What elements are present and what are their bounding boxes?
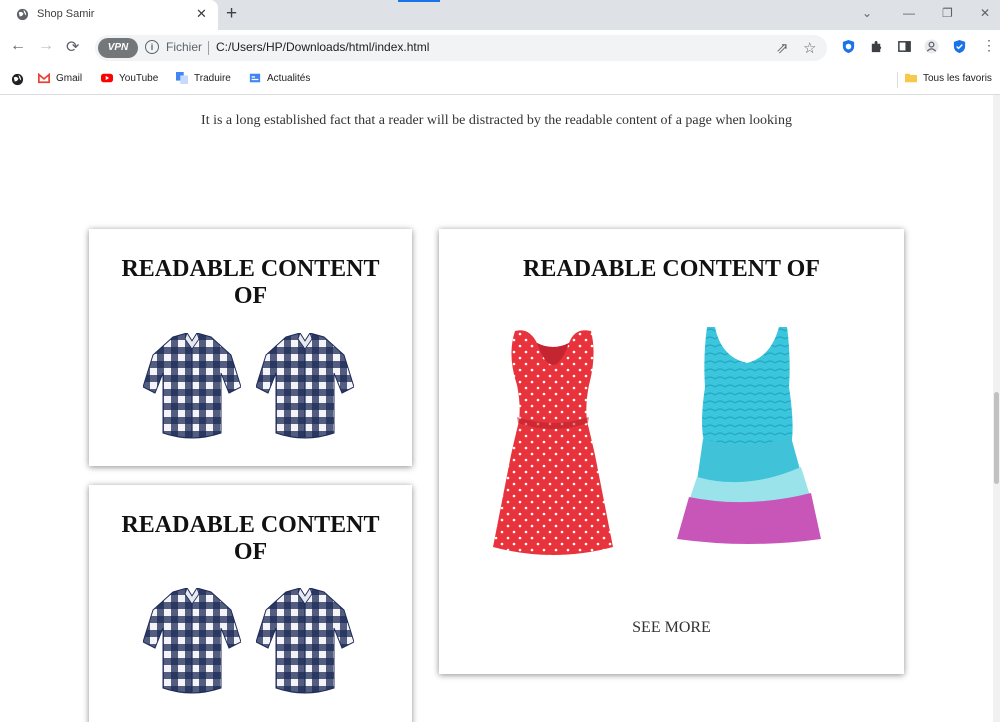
security-shield-icon[interactable] bbox=[952, 39, 967, 54]
bookmark-actualites[interactable]: Actualités bbox=[249, 72, 310, 84]
bookmarks-bar: Gmail YouTube Traduire Actualités Tous l… bbox=[0, 66, 1000, 95]
bookmark-label: YouTube bbox=[119, 72, 159, 84]
bookmark-label: Traduire bbox=[194, 72, 231, 84]
bookmark-youtube[interactable]: YouTube bbox=[101, 72, 158, 84]
product-card: READABLE CONTENT OF bbox=[89, 229, 412, 466]
bookmark-label: Actualités bbox=[267, 72, 311, 84]
product-card: READABLE CONTENT OF bbox=[89, 485, 412, 722]
tab-search-icon[interactable]: ⌄ bbox=[862, 6, 872, 20]
youtube-icon bbox=[101, 73, 113, 83]
news-icon bbox=[249, 73, 261, 83]
browser-tab[interactable]: Shop Samir ✕ bbox=[0, 0, 218, 30]
restore-button[interactable]: ❐ bbox=[942, 6, 953, 20]
side-panel-icon[interactable] bbox=[897, 39, 912, 54]
all-bookmarks-folder[interactable]: Tous les favoris bbox=[905, 72, 992, 84]
bookmark-label: Tous les favoris bbox=[923, 72, 992, 84]
tiered-dress-image[interactable] bbox=[675, 327, 821, 545]
plaid-shirt-image[interactable] bbox=[143, 588, 241, 696]
new-tab-button[interactable]: + bbox=[226, 3, 237, 25]
globe-bookmark-icon[interactable] bbox=[11, 73, 24, 86]
intro-text: It is a long established fact that a rea… bbox=[201, 113, 792, 128]
tab-strip: Shop Samir ✕ + ⌄ — ❐ ✕ bbox=[0, 0, 1000, 30]
reload-button[interactable]: ⟳ bbox=[66, 37, 79, 57]
bookmark-label: Gmail bbox=[56, 72, 83, 84]
back-button[interactable]: ← bbox=[10, 37, 26, 55]
address-separator bbox=[208, 41, 209, 55]
bookmark-gmail[interactable]: Gmail bbox=[38, 72, 82, 84]
page-content: It is a long established fact that a rea… bbox=[0, 95, 993, 722]
forward-button[interactable]: → bbox=[38, 37, 54, 55]
bookmarks-divider bbox=[897, 72, 898, 88]
close-tab-icon[interactable]: ✕ bbox=[196, 6, 207, 22]
address-bar[interactable]: VPN i Fichier C:/Users/HP/Downloads/html… bbox=[95, 35, 827, 61]
card-title: READABLE CONTENT OF bbox=[523, 256, 820, 282]
translate-icon bbox=[176, 72, 188, 84]
bookmark-traduire[interactable]: Traduire bbox=[176, 72, 231, 84]
folder-icon bbox=[905, 73, 917, 83]
plaid-shirt-image[interactable] bbox=[143, 333, 241, 441]
plaid-shirt-image[interactable] bbox=[256, 333, 354, 441]
shield-extension-icon[interactable] bbox=[841, 39, 856, 54]
card-title: READABLE CONTENT OF bbox=[121, 256, 380, 309]
product-card-large: READABLE CONTENT OF SEE MORE bbox=[439, 229, 904, 674]
share-icon[interactable]: ⇗ bbox=[776, 39, 789, 57]
plaid-shirt-image[interactable] bbox=[256, 588, 354, 696]
browser-toolbar: ← → ⟳ VPN i Fichier C:/Users/HP/Download… bbox=[0, 30, 1000, 66]
page-scrollbar[interactable] bbox=[993, 95, 1000, 722]
scrollbar-thumb[interactable] bbox=[994, 392, 999, 484]
profile-avatar-icon[interactable] bbox=[924, 39, 939, 54]
url-text[interactable]: C:/Users/HP/Downloads/html/index.html bbox=[216, 40, 429, 54]
vpn-badge[interactable]: VPN bbox=[98, 38, 138, 58]
close-window-button[interactable]: ✕ bbox=[980, 6, 990, 20]
tab-title: Shop Samir bbox=[37, 8, 95, 20]
tab-strip-accent bbox=[398, 0, 440, 2]
card-title: READABLE CONTENT OF bbox=[121, 512, 380, 565]
extensions-puzzle-icon[interactable] bbox=[869, 39, 884, 54]
info-icon[interactable]: i bbox=[145, 40, 159, 54]
bookmark-star-icon[interactable]: ☆ bbox=[803, 39, 816, 57]
minimize-button[interactable]: — bbox=[903, 6, 915, 20]
scheme-label: Fichier bbox=[166, 40, 203, 54]
menu-kebab-icon[interactable]: ⋮ bbox=[982, 37, 996, 54]
see-more-button[interactable]: SEE MORE bbox=[439, 619, 904, 637]
gmail-icon bbox=[38, 72, 50, 84]
red-dress-image[interactable] bbox=[487, 325, 619, 561]
globe-icon bbox=[16, 8, 29, 21]
